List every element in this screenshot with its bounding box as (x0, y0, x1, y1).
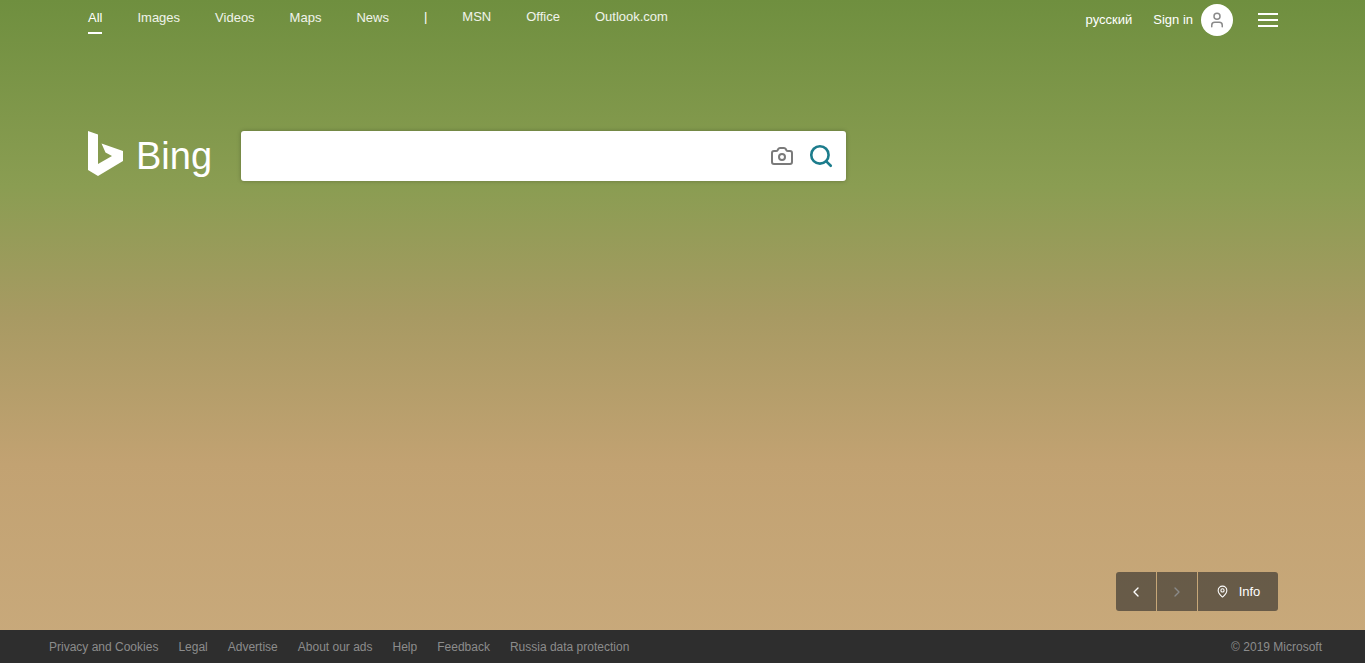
footer-link[interactable]: Russia data protection (510, 638, 629, 656)
next-image-button[interactable] (1157, 572, 1197, 611)
avatar-icon[interactable] (1201, 4, 1233, 36)
chevron-right-icon (1169, 584, 1185, 600)
previous-image-button[interactable] (1116, 572, 1156, 611)
footer-link[interactable]: Feedback (437, 638, 490, 656)
search-row: Bing (0, 131, 1365, 181)
nav-link[interactable]: Videos (215, 6, 255, 35)
logo-text: Bing (136, 137, 212, 175)
camera-icon[interactable] (770, 144, 794, 168)
location-pin-icon (1216, 585, 1229, 598)
top-bar: All Images Videos Maps News | MSN Office Outlook… (0, 0, 1365, 40)
footer-link[interactable]: Advertise (228, 638, 278, 656)
app-link[interactable]: MSN (462, 7, 491, 34)
footer-links: Privacy and Cookies Legal Advertise About o… (49, 638, 629, 656)
account-area: русский Sign in (1086, 4, 1278, 36)
app-link[interactable]: Office (526, 7, 560, 34)
copyright: © 2019 Microsoft (1231, 638, 1322, 656)
image-controls: Info (0, 572, 1365, 611)
footer-link[interactable]: About our ads (298, 638, 373, 656)
hamburger-menu-icon[interactable] (1258, 13, 1278, 27)
nav-link[interactable]: All (88, 6, 102, 35)
nav-separator: | (424, 7, 427, 34)
app-link[interactable]: Outlook.com (595, 7, 668, 34)
top-nav: All Images Videos Maps News | MSN Office Outlook… (88, 6, 668, 35)
search-box (241, 131, 846, 181)
search-input[interactable] (255, 131, 762, 181)
background-photo: All Images Videos Maps News | MSN Office Outlook… (0, 0, 1365, 630)
language-link[interactable]: русский (1086, 10, 1133, 30)
chevron-left-icon (1128, 584, 1144, 600)
nav-link[interactable]: Images (137, 6, 180, 35)
info-button[interactable]: Info (1198, 572, 1278, 611)
footer-link[interactable]: Legal (178, 638, 207, 656)
bing-logo[interactable]: Bing (88, 131, 241, 181)
footer: Privacy and Cookies Legal Advertise About o… (0, 630, 1365, 663)
sign-in-link[interactable]: Sign in (1153, 10, 1193, 30)
nav-link[interactable]: Maps (290, 6, 322, 35)
footer-link[interactable]: Privacy and Cookies (49, 638, 158, 656)
bing-logo-icon (88, 131, 124, 181)
footer-link[interactable]: Help (393, 638, 418, 656)
bing-homepage: All Images Videos Maps News | MSN Office Outlook… (0, 0, 1365, 663)
search-icon[interactable] (808, 143, 834, 169)
nav-link[interactable]: News (356, 6, 389, 35)
